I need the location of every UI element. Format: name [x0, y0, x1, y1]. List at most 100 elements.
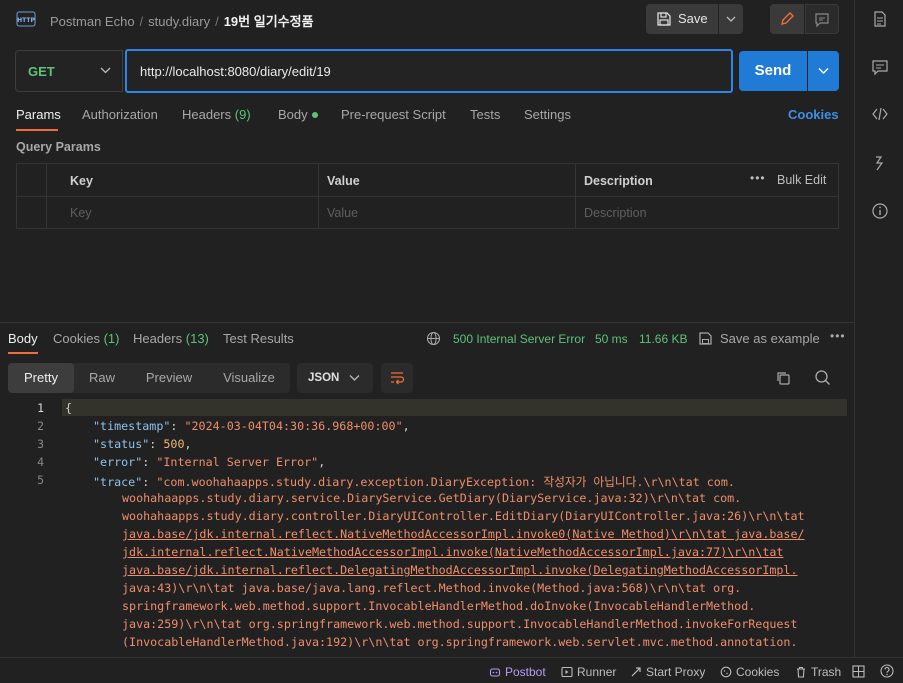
chevron-down-icon	[818, 68, 829, 74]
postbot-icon	[489, 668, 501, 677]
tab-body-label: Body	[278, 107, 308, 122]
current-line-highlight	[62, 399, 847, 416]
right-sidebar	[854, 0, 903, 657]
documentation-icon[interactable]	[871, 10, 889, 28]
response-tab-test-results[interactable]: Test Results	[223, 331, 294, 346]
tab-params[interactable]: Params	[16, 107, 61, 122]
response-tab-cookies-label: Cookies	[53, 331, 100, 346]
runner-button[interactable]: Runner	[561, 665, 616, 679]
svg-text:HTTP: HTTP	[17, 17, 35, 24]
tab-body[interactable]: Body	[278, 107, 318, 122]
save-label: Save	[678, 11, 708, 26]
format-select[interactable]: JSON	[297, 363, 373, 393]
postbot-label: Postbot	[505, 665, 546, 679]
pane-divider[interactable]	[0, 322, 854, 323]
bulk-edit-button[interactable]: Bulk Edit	[777, 173, 826, 187]
json-key: "status"	[93, 437, 150, 451]
json-string-value: "com.woohahaapps.study.diary.exception.D…	[156, 475, 735, 489]
save-icon	[699, 332, 712, 345]
key-input[interactable]: Key	[70, 206, 92, 220]
json-line-status: "status": 500,	[93, 437, 192, 451]
view-raw[interactable]: Raw	[78, 363, 126, 393]
send-options-button[interactable]	[808, 51, 839, 91]
save-icon	[657, 12, 671, 26]
comments-button[interactable]	[805, 4, 839, 34]
request-name[interactable]: 19번 일기수정품	[224, 14, 314, 29]
column-value: Value	[327, 174, 360, 188]
save-options-button[interactable]	[719, 4, 743, 34]
trace-line: jdk.internal.reflect.NativeMethodAccesso…	[122, 545, 784, 559]
view-pretty[interactable]: Pretty	[8, 363, 74, 393]
proxy-icon	[631, 667, 641, 677]
tab-settings[interactable]: Settings	[524, 107, 571, 122]
edit-mode-button[interactable]	[770, 4, 804, 34]
json-line-trace: "trace": "com.woohahaapps.study.diary.ex…	[93, 475, 735, 489]
breadcrumb-collection[interactable]: study.diary	[148, 14, 210, 29]
format-label: JSON	[308, 372, 340, 384]
save-as-example-button[interactable]: Save as example	[720, 331, 820, 346]
tab-tests[interactable]: Tests	[470, 107, 500, 122]
code-snippet-icon[interactable]	[871, 105, 889, 123]
line-number: 2	[37, 419, 44, 433]
active-tab-indicator	[8, 352, 38, 354]
wrap-lines-button[interactable]	[381, 363, 413, 393]
request-header: HTTP Postman Echo / study.diary/19번 일기수정품 …	[0, 0, 854, 38]
response-tab-headers[interactable]: Headers (13)	[133, 331, 209, 346]
postbot-button[interactable]: Postbot	[489, 665, 546, 679]
response-tab-body[interactable]: Body	[8, 331, 38, 346]
trash-button[interactable]: Trash	[795, 665, 841, 679]
comment-icon[interactable]	[871, 58, 889, 76]
tab-pre-request-script[interactable]: Pre-request Script	[341, 107, 446, 122]
tab-authorization[interactable]: Authorization	[82, 107, 158, 122]
response-time[interactable]: 50 ms	[595, 332, 628, 346]
response-size[interactable]: 11.66 KB	[639, 332, 687, 346]
chevron-down-icon	[349, 375, 360, 381]
trace-line: java:259)\r\n\tat org.springframework.we…	[122, 617, 798, 631]
start-proxy-label: Start Proxy	[646, 665, 706, 679]
trace-line: java.base/jdk.internal.reflect.Delegatin…	[122, 563, 798, 577]
search-icon[interactable]	[814, 369, 831, 386]
active-tab-indicator	[16, 129, 58, 131]
query-params-title: Query Params	[16, 140, 101, 154]
json-line-timestamp: "timestamp": "2024-03-04T04:30:36.968+00…	[93, 419, 410, 433]
info-icon[interactable]	[871, 202, 889, 220]
json-number-value: 500	[163, 437, 185, 451]
breadcrumb-workspace[interactable]: Postman Echo	[50, 14, 135, 29]
trace-line: woohahaapps.study.diary.controller.Diary…	[122, 509, 805, 523]
description-input[interactable]: Description	[584, 206, 647, 220]
view-preview[interactable]: Preview	[136, 363, 202, 393]
layout-icon[interactable]	[852, 665, 865, 678]
response-headers-count: (13)	[185, 331, 209, 346]
response-tab-cookies[interactable]: Cookies (1)	[53, 331, 119, 346]
view-visualize[interactable]: Visualize	[214, 363, 284, 393]
value-input[interactable]: Value	[327, 206, 358, 220]
start-proxy-button[interactable]: Start Proxy	[630, 665, 705, 679]
runner-icon	[561, 666, 573, 678]
globe-icon[interactable]	[426, 331, 441, 346]
send-button[interactable]: Send	[739, 51, 807, 91]
runner-label: Runner	[577, 665, 617, 679]
line-number: 3	[37, 437, 44, 451]
tab-headers[interactable]: Headers (9)	[182, 107, 251, 122]
status-bar: Postbot Runner Start Proxy Cookies Trash	[0, 657, 903, 683]
response-status[interactable]: 500 Internal Server Error	[453, 332, 585, 346]
related-collections-icon[interactable]	[871, 154, 889, 172]
query-params-table: Key Value Description ••• Bulk Edit Key …	[16, 163, 839, 229]
save-button[interactable]: Save	[646, 4, 718, 34]
json-line-error: "error": "Internal Server Error",	[93, 455, 326, 469]
url-input[interactable]	[125, 49, 733, 93]
trace-line: springframework.web.method.support.Invoc…	[122, 599, 756, 613]
copy-icon[interactable]	[775, 370, 791, 386]
cookies-link[interactable]: Cookies	[788, 107, 839, 122]
chevron-down-icon	[726, 16, 736, 22]
response-body-editor[interactable]: 1 2 3 4 5 { "timestamp": "2024-03-04T04:…	[0, 399, 854, 657]
line-number: 5	[37, 473, 44, 487]
json-open-brace: {	[65, 401, 73, 415]
breadcrumb: Postman Echo / study.diary/19번 일기수정품	[50, 14, 314, 29]
more-options-icon[interactable]: •••	[830, 329, 846, 343]
cookies-button[interactable]: Cookies	[720, 665, 779, 679]
method-select[interactable]: GET	[15, 50, 123, 92]
more-options-icon[interactable]: •••	[750, 171, 766, 185]
help-icon[interactable]	[880, 664, 894, 678]
tab-headers-label: Headers	[182, 107, 232, 122]
